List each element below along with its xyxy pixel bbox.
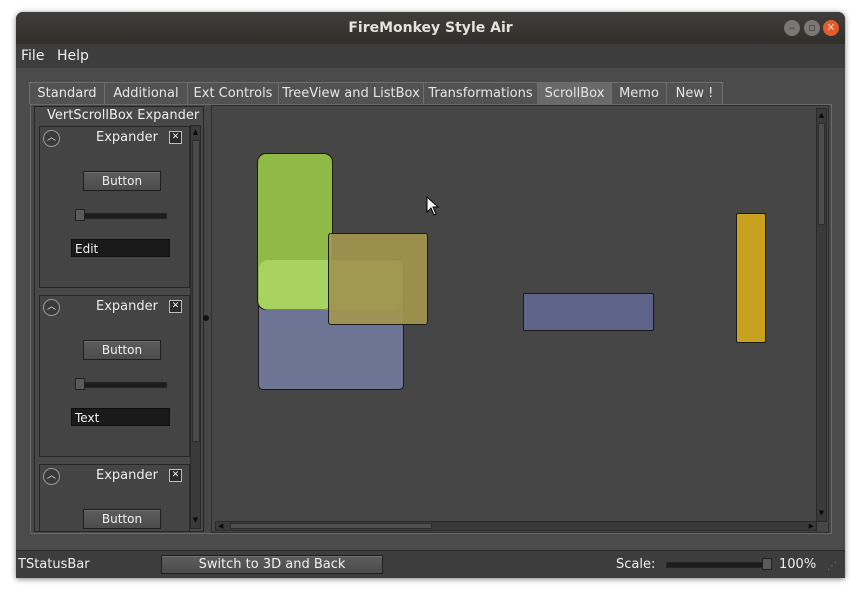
vert-scroll-box: VertScrollBox Expander ︿ Expander ✕ Butt…: [34, 106, 204, 532]
expander-header[interactable]: ︿ Expander ✕: [40, 465, 189, 487]
resize-grip-icon[interactable]: ⋰: [827, 561, 837, 572]
maximize-icon[interactable]: ▫: [804, 20, 820, 36]
text-field[interactable]: Text: [71, 408, 170, 426]
expander-1: ︿ Expander ✕ Button Edit: [39, 126, 190, 288]
chevron-up-icon[interactable]: ︿: [43, 468, 60, 485]
switch-3d-button[interactable]: Switch to 3D and Back: [161, 555, 383, 574]
expander-header[interactable]: ︿ Expander ✕: [40, 296, 189, 318]
window-title: FireMonkey Style Air: [348, 20, 513, 36]
scale-slider-track[interactable]: [666, 562, 772, 568]
tab-scrollbox[interactable]: ScrollBox: [537, 82, 612, 104]
minimize-icon[interactable]: –: [784, 20, 800, 36]
title-bar[interactable]: FireMonkey Style Air – ▫ ✕: [16, 12, 845, 44]
tab-transformations[interactable]: Transformations: [423, 82, 538, 104]
tab-new[interactable]: New !: [666, 82, 723, 104]
slider-thumb[interactable]: [75, 209, 85, 221]
close-icon[interactable]: ✕: [823, 20, 839, 36]
slider-thumb[interactable]: [75, 378, 85, 390]
slider-track[interactable]: [75, 382, 167, 388]
olive-rectangle[interactable]: [328, 233, 428, 325]
tab-treeview-listbox[interactable]: TreeView and ListBox: [278, 82, 424, 104]
hscroll-thumb[interactable]: [230, 523, 432, 529]
splitter-grip[interactable]: [203, 315, 209, 321]
tab-standard[interactable]: Standard: [29, 82, 105, 104]
chevron-up-icon[interactable]: ︿: [43, 299, 60, 316]
scale-slider-thumb[interactable]: [762, 558, 772, 570]
scroll-box[interactable]: ▲ ▼ ◀ ▶: [211, 105, 829, 533]
tab-ext-controls[interactable]: Ext Controls: [187, 82, 279, 104]
expander-button[interactable]: Button: [83, 171, 161, 191]
scroll-down-icon[interactable]: ▼: [817, 509, 826, 517]
expander-button[interactable]: Button: [83, 509, 161, 529]
tab-memo[interactable]: Memo: [611, 82, 667, 104]
scroll-up-icon[interactable]: ▲: [191, 128, 200, 136]
expander-2: ︿ Expander ✕ Button Text: [39, 295, 190, 457]
expander-title: Expander: [96, 468, 158, 483]
menu-bar: File Help: [16, 44, 845, 68]
main-horizontal-scrollbar[interactable]: ◀ ▶: [215, 521, 817, 531]
scroll-left-icon[interactable]: ◀: [218, 522, 223, 530]
left-vertical-scrollbar[interactable]: ▲ ▼: [190, 125, 201, 529]
menu-help[interactable]: Help: [57, 44, 89, 68]
scale-label: Scale:: [616, 557, 656, 572]
scroll-right-icon[interactable]: ▶: [809, 522, 814, 530]
gold-rectangle[interactable]: [736, 213, 766, 343]
checkbox-icon[interactable]: ✕: [169, 131, 182, 144]
expander-title: Expander: [96, 299, 158, 314]
group-title: VertScrollBox Expander: [47, 108, 200, 123]
menu-file[interactable]: File: [21, 44, 44, 68]
expander-title: Expander: [96, 130, 158, 145]
chevron-up-icon[interactable]: ︿: [43, 130, 60, 147]
status-label: TStatusBar: [18, 557, 90, 572]
tab-additional[interactable]: Additional: [104, 82, 188, 104]
checkbox-icon[interactable]: ✕: [169, 469, 182, 482]
edit-field[interactable]: Edit: [71, 239, 170, 257]
scroll-down-icon[interactable]: ▼: [191, 516, 200, 524]
expander-header[interactable]: ︿ Expander ✕: [40, 127, 189, 149]
slider-track[interactable]: [75, 213, 167, 219]
main-vertical-scrollbar[interactable]: ▲ ▼: [816, 108, 827, 522]
scroll-thumb[interactable]: [192, 140, 200, 442]
scroll-up-icon[interactable]: ▲: [817, 111, 826, 119]
app-window: FireMonkey Style Air – ▫ ✕ File Help Sta…: [16, 12, 845, 578]
expander-3: ︿ Expander ✕ Button: [39, 464, 190, 531]
status-bar: TStatusBar Switch to 3D and Back Scale: …: [16, 550, 845, 578]
expander-button[interactable]: Button: [83, 340, 161, 360]
checkbox-icon[interactable]: ✕: [169, 300, 182, 313]
mouse-pointer-icon: [426, 196, 440, 216]
scroll-thumb[interactable]: [818, 123, 825, 225]
blue-slate-rectangle[interactable]: [523, 293, 654, 331]
scale-value: 100%: [779, 557, 817, 572]
